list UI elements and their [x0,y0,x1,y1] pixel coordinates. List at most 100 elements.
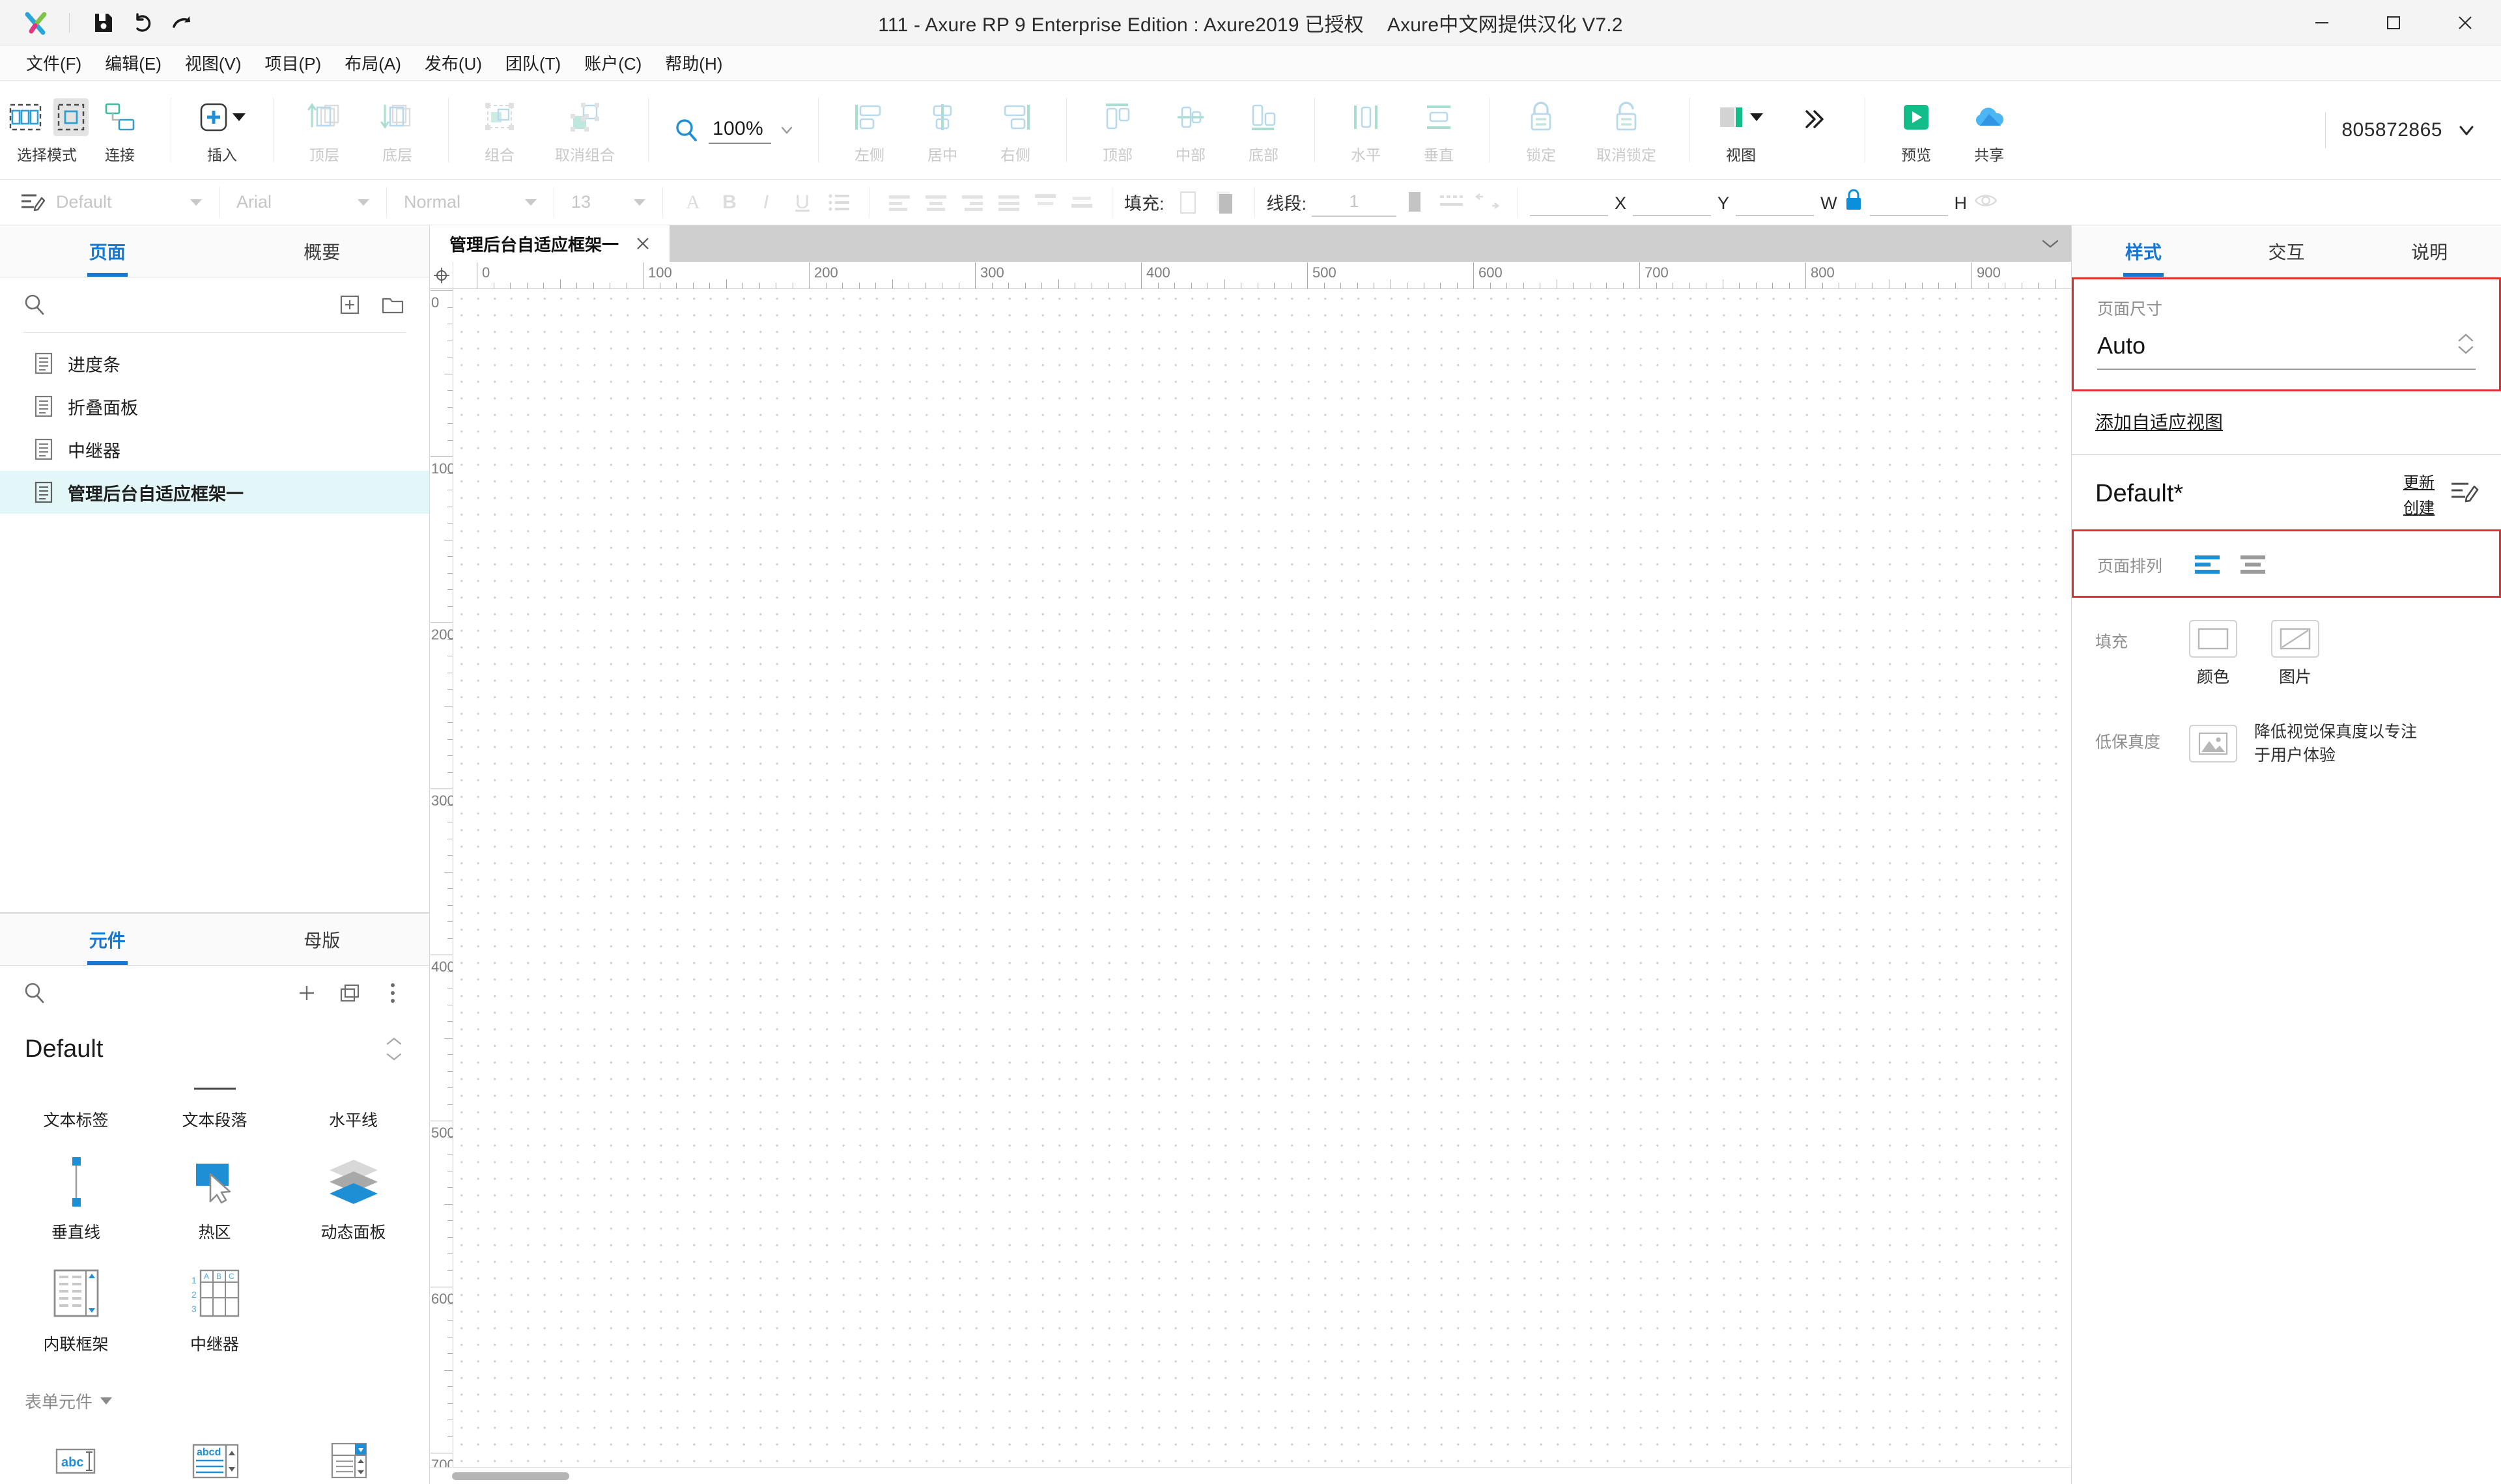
add-folder-icon[interactable] [376,288,410,322]
form-widgets-section-header[interactable]: 表单元件 [0,1375,429,1420]
align-right-button[interactable]: 右侧 [979,89,1052,172]
widget-dropdown-list[interactable]: 下拉列表 [284,1420,423,1484]
widget-search-input[interactable] [59,983,281,1003]
widget-library-selector[interactable]: Default [0,1020,429,1078]
create-style-link[interactable]: 创建 [2403,495,2435,518]
zoom-level-value[interactable]: 100% [709,117,771,144]
style-brush-icon[interactable] [14,184,51,221]
fill-color-swatch[interactable] [1170,184,1206,221]
widget-dynamic-panel[interactable]: 动态面板 [284,1140,423,1252]
eye-icon[interactable] [1973,189,1998,216]
zoom-control[interactable]: 100% [663,81,804,179]
font-family-select[interactable]: Arial [231,188,374,217]
close-icon[interactable] [633,234,653,253]
w-input[interactable] [1736,190,1815,216]
fill-image-option[interactable]: 图片 [2271,620,2319,688]
bring-front-button[interactable]: 顶层 [288,89,361,172]
tab-widgets[interactable]: 元件 [0,914,215,965]
tab-masters[interactable]: 母版 [215,914,430,965]
distribute-horizontal-button[interactable]: 水平 [1329,89,1402,172]
widget-text-label[interactable]: 文本标签 [7,1078,145,1140]
design-canvas[interactable] [453,289,2071,1467]
italic-button[interactable]: I [748,184,784,221]
share-button[interactable]: 共享 [1953,89,2026,172]
copy-library-icon[interactable] [333,976,367,1010]
widget-vertical-line[interactable]: 垂直线 [7,1140,145,1252]
align-center-button[interactable]: 居中 [906,89,979,172]
line-style-icon[interactable] [1433,184,1469,221]
unlock-button[interactable]: 取消锁定 [1577,89,1675,172]
x-input[interactable] [1530,190,1609,216]
menu-account[interactable]: 账户(C) [572,47,653,79]
menu-publish[interactable]: 发布(U) [413,47,494,79]
add-page-icon[interactable] [333,288,367,322]
line-arrow-icon[interactable] [1469,184,1506,221]
horizontal-ruler[interactable]: 0 100 200 300 400 500 600 700 800 900 [453,262,2071,288]
minimize-icon[interactable] [2286,0,2358,46]
menu-view[interactable]: 视图(V) [173,47,253,79]
tab-notes[interactable]: 说明 [2358,225,2501,277]
scrollbar-thumb[interactable] [452,1472,569,1480]
widget-text-area[interactable]: abcd 文本域 [145,1420,284,1484]
menu-file[interactable]: 文件(F) [14,47,93,79]
save-icon[interactable] [84,3,123,42]
align-top-button[interactable]: 顶部 [1081,89,1154,172]
connect-button[interactable]: 连接 [83,89,156,172]
tab-outline[interactable]: 概要 [215,225,430,277]
lowfi-image-icon[interactable] [2189,725,2237,763]
text-align-center-icon[interactable] [918,184,954,221]
menu-team[interactable]: 团队(T) [494,47,572,79]
font-size-select[interactable]: 13 [566,188,651,217]
canvas-tab[interactable]: 管理后台自适应框架一 [430,225,670,262]
tab-pages[interactable]: 页面 [0,225,215,277]
edit-style-icon[interactable] [2449,478,2479,510]
pages-search-input[interactable] [59,294,324,315]
search-icon[interactable] [20,978,49,1008]
list-item[interactable]: 中继器 [0,428,429,471]
bullet-list-icon[interactable] [821,184,857,221]
group-button[interactable]: 组合 [463,89,536,172]
vertical-align-middle-icon[interactable] [1064,184,1100,221]
menu-help[interactable]: 帮助(H) [653,47,734,79]
chevron-down-icon[interactable] [2458,122,2475,139]
align-left-button[interactable]: 左侧 [833,89,906,172]
maximize-icon[interactable] [2358,0,2429,46]
lock-aspect-icon[interactable] [1844,188,1863,216]
list-item-selected[interactable]: 管理后台自适应框架一 [0,471,429,514]
h-input[interactable] [1869,190,1948,216]
select-mode-button[interactable]: 选择模式 [9,89,89,172]
widget-hotspot[interactable]: 热区 [145,1140,284,1252]
ungroup-button[interactable]: 取消组合 [536,89,634,172]
line-color-swatch[interactable] [1396,184,1433,221]
text-align-right-icon[interactable] [954,184,991,221]
underline-button[interactable]: U [784,184,821,221]
insert-button[interactable]: 插入 [186,89,259,172]
text-align-left-icon[interactable] [881,184,918,221]
undo-icon[interactable] [123,3,162,42]
add-adaptive-view-link[interactable]: 添加自适应视图 [2095,408,2223,434]
add-library-icon[interactable] [290,976,324,1010]
close-icon[interactable] [2429,0,2501,46]
ruler-origin-icon[interactable] [430,262,453,288]
account-name[interactable]: 805872865 [2341,119,2442,141]
widget-text-field[interactable]: abc 文本框 [7,1420,145,1484]
widget-horizontal-line[interactable]: 水平线 [284,1078,423,1140]
widget-inline-frame[interactable]: 内联框架 [7,1252,145,1364]
library-stepper-icon[interactable] [381,1032,407,1066]
toolbar-overflow-button[interactable]: · [1777,89,1850,172]
menu-project[interactable]: 项目(P) [253,47,333,79]
vertical-ruler[interactable]: 0 100 200 300 400 500 600 700 [430,289,453,1467]
font-color-icon[interactable]: A [675,184,711,221]
align-middle-button[interactable]: 中部 [1154,89,1227,172]
menu-edit[interactable]: 编辑(E) [93,47,173,79]
tab-style[interactable]: 样式 [2072,225,2215,277]
canvas-horizontal-scrollbar[interactable] [430,1467,2071,1484]
list-item[interactable]: 折叠面板 [0,385,429,428]
text-align-justify-icon[interactable] [991,184,1027,221]
stepper-icon[interactable] [2456,329,2476,362]
search-icon[interactable] [20,290,49,320]
preview-button[interactable]: 预览 [1880,89,1953,172]
style-select[interactable]: Default [51,188,207,217]
align-bottom-button[interactable]: 底部 [1227,89,1300,172]
list-item[interactable]: 进度条 [0,342,429,385]
